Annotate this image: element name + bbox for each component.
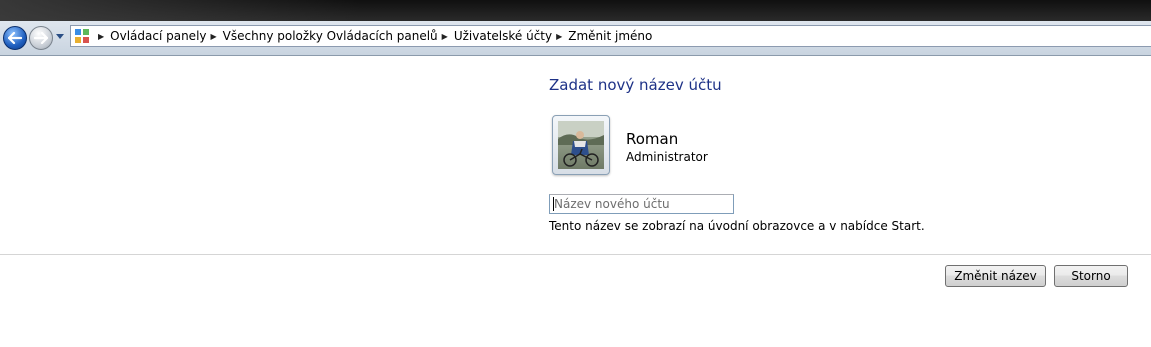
chevron-right-icon[interactable]: ▶ bbox=[211, 32, 217, 41]
breadcrumb-all-items[interactable]: Všechny položky Ovládacích panelů bbox=[223, 29, 438, 43]
new-account-name-input[interactable] bbox=[549, 194, 734, 214]
text-caret bbox=[553, 197, 554, 211]
window-title-bar bbox=[0, 0, 1151, 21]
chevron-right-icon[interactable]: ▶ bbox=[442, 32, 448, 41]
address-bar[interactable]: ▶ Ovládací panely ▶ Všechny položky Ovlá… bbox=[70, 25, 1151, 47]
control-panel-icon bbox=[75, 29, 89, 43]
navigation-bar: ▶ Ovládací panely ▶ Všechny položky Ovlá… bbox=[0, 21, 1151, 56]
back-arrow-icon bbox=[8, 32, 22, 44]
title-bar-blur bbox=[0, 0, 360, 21]
breadcrumb-change-name[interactable]: Změnit jméno bbox=[568, 29, 652, 43]
user-role: Administrator bbox=[626, 150, 708, 164]
back-button[interactable] bbox=[3, 26, 27, 50]
page-title: Zadat nový název účtu bbox=[549, 76, 722, 94]
chevron-down-icon[interactable] bbox=[56, 34, 64, 39]
forward-button[interactable] bbox=[29, 26, 53, 50]
user-picture bbox=[558, 121, 604, 169]
breadcrumb-control-panel[interactable]: Ovládací panely bbox=[110, 29, 206, 43]
avatar bbox=[552, 115, 610, 175]
divider bbox=[0, 254, 1151, 255]
cancel-button[interactable]: Storno bbox=[1054, 265, 1128, 287]
user-name: Roman bbox=[626, 130, 679, 148]
change-name-button[interactable]: Změnit název bbox=[945, 265, 1046, 287]
breadcrumb-user-accounts[interactable]: Uživatelské účty bbox=[454, 29, 552, 43]
chevron-right-icon[interactable]: ▶ bbox=[556, 32, 562, 41]
chevron-right-icon[interactable]: ▶ bbox=[98, 32, 104, 41]
forward-arrow-icon bbox=[34, 32, 48, 44]
hint-text: Tento název se zobrazí na úvodní obrazov… bbox=[549, 219, 925, 233]
